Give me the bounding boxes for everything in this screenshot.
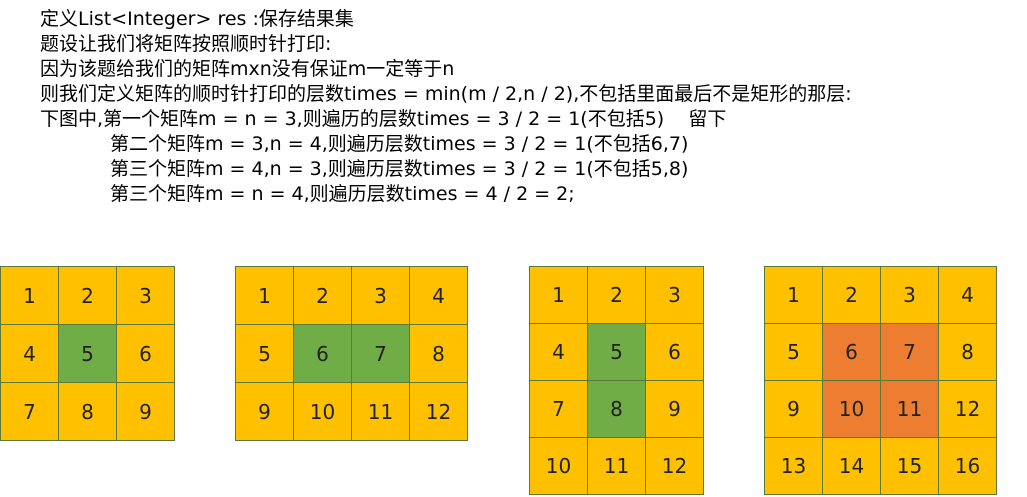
matrix-cell: 1 <box>765 267 823 324</box>
matrix-cell: 3 <box>646 267 704 324</box>
matrix-cell: 9 <box>765 381 823 438</box>
matrix-cell: 3 <box>117 267 175 325</box>
matrix-cell: 7 <box>881 324 939 381</box>
matrix-cell: 15 <box>881 438 939 495</box>
matrix-cell: 9 <box>236 383 294 441</box>
matrix-cell: 5 <box>588 324 646 381</box>
matrix-cell: 10 <box>823 381 881 438</box>
matrix-cell: 9 <box>117 383 175 441</box>
matrix-cell: 2 <box>823 267 881 324</box>
matrix-4: 1 2 3 4 5 6 7 8 9 10 11 12 13 14 15 16 <box>764 266 997 495</box>
matrix-cell: 1 <box>530 267 588 324</box>
matrix-cell: 6 <box>117 325 175 383</box>
text-line-6: 第二个矩阵m = 3,n = 4,则遍历层数times = 3 / 2 = 1(… <box>110 133 689 155</box>
text-line-2: 题设让我们将矩阵按照顺时针打印: <box>40 33 332 55</box>
matrix-cell: 1 <box>1 267 59 325</box>
matrix-cell: 10 <box>530 438 588 495</box>
text-line-3: 因为该题给我们的矩阵mxn没有保证m一定等于n <box>40 58 455 80</box>
matrix-cell: 4 <box>530 324 588 381</box>
matrix-cell: 7 <box>352 325 410 383</box>
matrix-cell: 4 <box>939 267 997 324</box>
matrix-cell: 4 <box>1 325 59 383</box>
matrix-cell: 2 <box>588 267 646 324</box>
matrix-cell: 8 <box>588 381 646 438</box>
text-line-5: 下图中,第一个矩阵m = n = 3,则遍历的层数times = 3 / 2 =… <box>40 108 727 130</box>
matrix-cell: 11 <box>352 383 410 441</box>
matrix-cell: 5 <box>59 325 117 383</box>
matrix-cell: 9 <box>646 381 704 438</box>
matrix-cell: 4 <box>410 267 468 325</box>
matrix-cell: 6 <box>294 325 352 383</box>
matrix-cell: 6 <box>646 324 704 381</box>
matrix-cell: 13 <box>765 438 823 495</box>
matrix-cell: 16 <box>939 438 997 495</box>
matrix-cell: 7 <box>1 383 59 441</box>
text-line-1: 定义List<Integer> res :保存结果集 <box>40 8 354 30</box>
matrix-cell: 7 <box>530 381 588 438</box>
matrix-cell: 3 <box>881 267 939 324</box>
matrix-cell: 10 <box>294 383 352 441</box>
matrix-cell: 8 <box>939 324 997 381</box>
matrix-2: 1 2 3 4 5 6 7 8 9 10 11 12 <box>235 266 468 441</box>
matrix-cell: 11 <box>588 438 646 495</box>
matrix-cell: 5 <box>765 324 823 381</box>
matrix-cell: 12 <box>410 383 468 441</box>
matrix-cell: 1 <box>236 267 294 325</box>
matrix-cell: 11 <box>881 381 939 438</box>
text-line-4: 则我们定义矩阵的顺时针打印的层数times = min(m / 2,n / 2)… <box>40 83 852 105</box>
matrix-cell: 8 <box>59 383 117 441</box>
matrix-1: 123456789 <box>0 266 175 441</box>
matrix-3: 1 2 3 4 5 6 7 8 9 10 11 12 <box>529 266 704 495</box>
matrix-cell: 14 <box>823 438 881 495</box>
matrix-cell: 6 <box>823 324 881 381</box>
matrix-cell: 12 <box>939 381 997 438</box>
matrix-cell: 2 <box>294 267 352 325</box>
text-line-7: 第三个矩阵m = 4,n = 3,则遍历层数times = 3 / 2 = 1(… <box>110 158 689 180</box>
matrix-cell: 2 <box>59 267 117 325</box>
matrix-cell: 8 <box>410 325 468 383</box>
matrix-cell: 3 <box>352 267 410 325</box>
matrix-cell: 12 <box>646 438 704 495</box>
text-line-8: 第三个矩阵m = n = 4,则遍历层数times = 4 / 2 = 2; <box>110 183 575 205</box>
matrix-cell: 5 <box>236 325 294 383</box>
